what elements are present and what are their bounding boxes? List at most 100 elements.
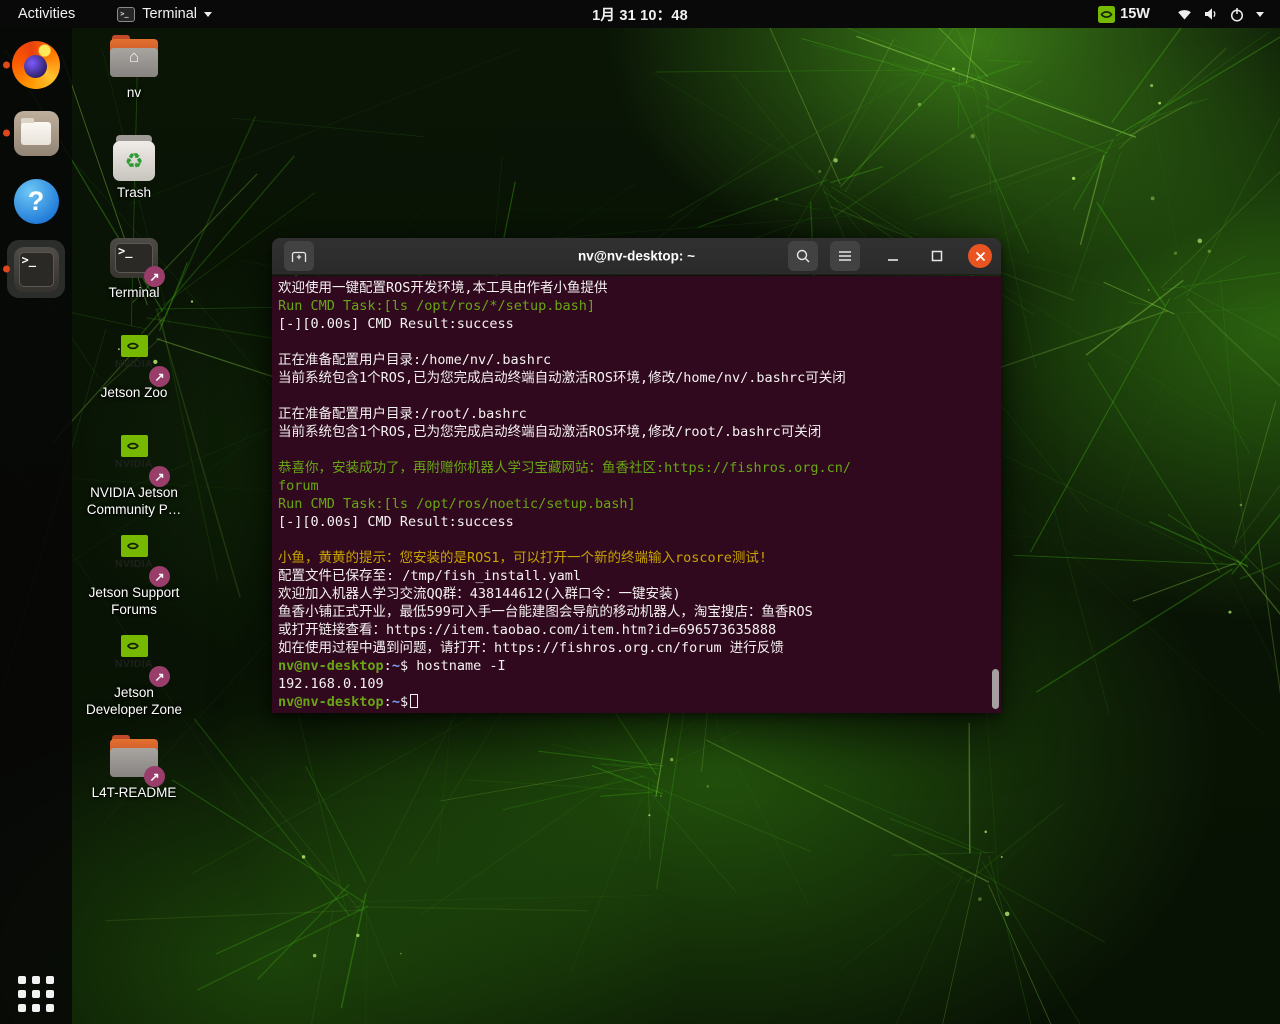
link-emblem-icon: ↗ [144, 766, 165, 787]
terminal-line: 鱼香小铺正式开业，最低599可入手一台能建图会导航的移动机器人，淘宝搜店：鱼香R… [278, 603, 999, 621]
running-indicator [3, 62, 10, 69]
terminal-line: 配置文件已保存至: /tmp/fish_install.yaml [278, 567, 999, 585]
app-menu[interactable]: >_ Terminal [117, 0, 212, 28]
terminal-screen[interactable]: 欢迎使用一键配置ROS开发环境,本工具由作者小鱼提供Run CMD Task:[… [272, 276, 1001, 713]
desktop-icon-terminal[interactable]: >_↗Terminal [84, 232, 184, 332]
desktop-icon-label: L4T-README [92, 785, 177, 802]
close-icon [975, 251, 986, 262]
nvidia-icon: NVIDIA↗ [105, 532, 163, 584]
nvidia-icon: NVIDIA↗ [105, 432, 163, 484]
desktop-icon-label: Terminal [108, 285, 159, 302]
desktop-icon-jetson-zoo[interactable]: NVIDIA↗Jetson Zoo [84, 332, 184, 432]
maximize-button[interactable] [926, 245, 948, 267]
terminal-app-icon: >_ [117, 7, 135, 22]
terminal-line [278, 387, 999, 405]
chevron-down-icon [204, 12, 212, 17]
terminal-line: 当前系统包含1个ROS,已为您完成启动终端自动激活ROS环境,修改/root/.… [278, 423, 999, 441]
terminal-line: Run CMD Task:[ls /opt/ros/noetic/setup.b… [278, 495, 999, 513]
terminal-line: 正在准备配置用户目录:/home/nv/.bashrc [278, 351, 999, 369]
desktop-icon-label: Trash [117, 185, 151, 202]
volume-icon [1203, 6, 1218, 22]
minimize-button[interactable] [882, 245, 904, 267]
terminal-line: 或打开链接查看：https://item.taobao.com/item.htm… [278, 621, 999, 639]
link-emblem-icon: ↗ [149, 566, 170, 587]
running-indicator [3, 266, 10, 273]
terminal-line: [-][0.00s] CMD Result:success [278, 513, 999, 531]
terminal-cursor [410, 694, 418, 708]
close-button[interactable] [968, 244, 992, 268]
terminal-window: nv@nv-desktop: ~ [272, 238, 1001, 713]
clock[interactable]: 1月 31 10：48 [592, 4, 688, 25]
dock-apps: ? >_ [0, 36, 72, 298]
dock-item-terminal[interactable]: >_ [7, 240, 65, 298]
home-folder-icon: ⌂ [110, 32, 158, 84]
app-menu-label: Terminal [142, 6, 197, 22]
terminal-line: nv@nv-desktop:~$ hostname -I [278, 657, 999, 675]
desktop-icon-label: Jetson Zoo [101, 385, 168, 402]
desktop-icons: ⌂nv♻Trash>_↗TerminalNVIDIA↗Jetson ZooNVI… [84, 32, 184, 832]
terminal-line: 正在准备配置用户目录:/root/.bashrc [278, 405, 999, 423]
folder-icon: ↗ [110, 732, 158, 784]
terminal-line: 欢迎使用一键配置ROS开发环境,本工具由作者小鱼提供 [278, 279, 999, 297]
desktop-icon-nvidia-jetson-community[interactable]: NVIDIA↗NVIDIA JetsonCommunity P… [84, 432, 184, 532]
dock-item-firefox[interactable] [7, 36, 65, 94]
top-bar: Activities >_ Terminal 1月 31 10：48 15W [0, 0, 1280, 28]
link-emblem-icon: ↗ [149, 666, 170, 687]
terminal-titlebar[interactable]: nv@nv-desktop: ~ [272, 238, 1001, 275]
terminal-line: [-][0.00s] CMD Result:success [278, 315, 999, 333]
maximize-icon [931, 250, 943, 262]
terminal-line: 欢迎加入机器人学习交流QQ群：438144612(入群口令：一键安装) [278, 585, 999, 603]
firefox-icon [12, 41, 60, 89]
terminal-line: forum [278, 477, 999, 495]
desktop-icon-jetson-support-forums[interactable]: NVIDIA↗Jetson SupportForums [84, 532, 184, 632]
titlebar-controls [776, 241, 992, 271]
search-icon [795, 248, 811, 264]
new-tab-icon [290, 248, 308, 265]
activities-button[interactable]: Activities [0, 0, 93, 28]
power-mode-label: 15W [1120, 6, 1150, 22]
dock-item-help[interactable]: ? [7, 172, 65, 230]
terminal-line [278, 531, 999, 549]
desktop-icon-l4t-readme[interactable]: ↗L4T-README [84, 732, 184, 832]
power-mode-indicator: 15W [1098, 6, 1150, 23]
terminal-line: Run CMD Task:[ls /opt/ros/*/setup.bash] [278, 297, 999, 315]
hamburger-icon [838, 250, 852, 262]
system-status-area[interactable]: 15W [1098, 6, 1280, 23]
nvidia-icon: NVIDIA↗ [105, 332, 163, 384]
show-applications-button[interactable] [18, 976, 54, 1012]
terminal-line: 当前系统包含1个ROS,已为您完成启动终端自动激活ROS环境,修改/home/n… [278, 369, 999, 387]
desktop-icon-nv[interactable]: ⌂nv [84, 32, 184, 132]
terminal-line: 如在使用过程中遇到问题，请打开：https://fishros.org.cn/f… [278, 639, 999, 657]
terminal-icon: >_↗ [110, 232, 158, 284]
terminal-line: 192.168.0.109 [278, 675, 999, 693]
link-emblem-icon: ↗ [144, 266, 165, 287]
link-emblem-icon: ↗ [149, 366, 170, 387]
minimize-icon [887, 250, 899, 262]
terminal-line: nv@nv-desktop:~$ [278, 693, 999, 711]
dock-item-files[interactable] [7, 104, 65, 162]
desktop-icon-label: nv [127, 85, 141, 102]
files-icon [14, 111, 59, 156]
desktop-icon-jetson-developer-zone[interactable]: NVIDIA↗JetsonDeveloper Zone [84, 632, 184, 732]
help-icon: ? [14, 179, 59, 224]
terminal-lines: 欢迎使用一键配置ROS开发环境,本工具由作者小鱼提供Run CMD Task:[… [278, 279, 999, 711]
nvidia-power-icon [1098, 6, 1115, 23]
terminal-line: 小鱼，黄黄的提示：您安装的是ROS1，可以打开一个新的终端输入roscore测试… [278, 549, 999, 567]
nvidia-icon: NVIDIA↗ [105, 632, 163, 684]
desktop-icon-label: JetsonDeveloper Zone [86, 685, 182, 718]
menu-button[interactable] [830, 241, 860, 271]
desktop-icon-label: Jetson SupportForums [89, 585, 180, 618]
power-icon [1229, 6, 1245, 23]
new-tab-button[interactable] [284, 241, 314, 271]
desktop-icon-trash[interactable]: ♻Trash [84, 132, 184, 232]
terminal-line [278, 333, 999, 351]
window-title: nv@nv-desktop: ~ [578, 249, 695, 264]
terminal-line [278, 441, 999, 459]
link-emblem-icon: ↗ [149, 466, 170, 487]
chevron-down-icon [1256, 12, 1264, 17]
desktop-icon-label: NVIDIA JetsonCommunity P… [87, 485, 182, 518]
scrollbar-thumb[interactable] [992, 669, 999, 709]
running-indicator [3, 130, 10, 137]
dock: ? >_ [0, 28, 72, 1024]
search-button[interactable] [788, 241, 818, 271]
